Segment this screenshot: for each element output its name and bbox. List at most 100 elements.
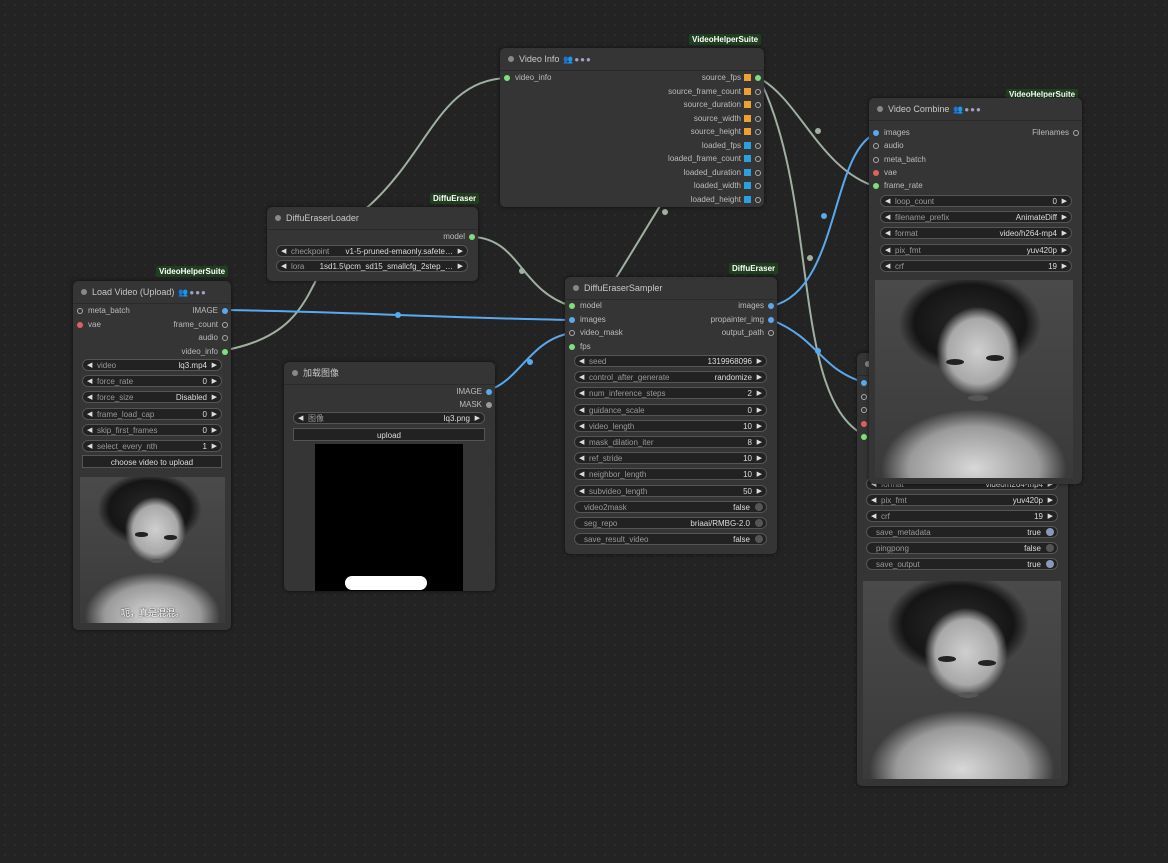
output-slot-loaded-height[interactable]: loaded_height	[691, 194, 761, 206]
connection-pin[interactable]	[755, 156, 761, 162]
output-slot-mask[interactable]: MASK	[459, 399, 492, 411]
connection-pin[interactable]	[861, 407, 867, 413]
diffueraser-loader-node[interactable]: DiffuEraserLoader model ◀ checkpoint v1-5-…	[267, 207, 478, 281]
connection-pin[interactable]	[755, 75, 761, 81]
increment-arrow[interactable]: ▶	[458, 246, 463, 258]
connection-pin[interactable]	[861, 393, 867, 400]
filename-prefix-widget[interactable]: ◀ filename_prefix AnimateDiff ▶	[880, 211, 1072, 224]
decrement-arrow[interactable]: ◀	[87, 441, 92, 453]
input-slot-model[interactable]: model	[569, 300, 602, 312]
decrement-arrow[interactable]: ◀	[87, 376, 92, 388]
toggle-knob[interactable]	[755, 503, 763, 511]
video-combine-node-1[interactable]: Video Combine 👥●●● images audio meta_batch v…	[869, 98, 1082, 484]
increment-arrow[interactable]: ▶	[1062, 228, 1067, 240]
decrement-arrow[interactable]: ◀	[579, 356, 584, 368]
load-image-node[interactable]: 加载图像 IMAGE MASK ◀ 图像 lq3.png ▶ upload	[284, 362, 495, 591]
increment-arrow[interactable]: ▶	[212, 376, 217, 388]
connection-pin[interactable]	[504, 75, 510, 81]
input-slot-vae[interactable]: vae	[77, 319, 101, 331]
seg-repo-toggle[interactable]: seg_repo briaai/RMBG-2.0	[574, 517, 767, 529]
connection-pin[interactable]	[768, 303, 774, 309]
pingpong-toggle[interactable]: pingpong false	[866, 542, 1058, 555]
output-slot-loaded-width[interactable]: loaded_width	[694, 180, 761, 192]
collapse-dot[interactable]	[877, 106, 883, 112]
image-select[interactable]: ◀ 图像 lq3.png ▶	[293, 412, 485, 424]
output-slot-loaded-duration[interactable]: loaded_duration	[684, 167, 761, 179]
force-rate-widget[interactable]: ◀ force_rate 0 ▶	[82, 375, 222, 388]
control-after-generate-widget[interactable]: ◀ control_after_generate randomize ▶	[574, 371, 767, 384]
decrement-arrow[interactable]: ◀	[579, 437, 584, 449]
pix-fmt-widget[interactable]: ◀ pix_fmt yuv420p ▶	[880, 243, 1072, 257]
decrement-arrow[interactable]: ◀	[87, 360, 92, 372]
connection-pin[interactable]	[222, 321, 228, 328]
crf-widget[interactable]: ◀ crf 19 ▶	[880, 259, 1072, 272]
connection-pin[interactable]	[873, 156, 879, 163]
increment-arrow[interactable]: ▶	[757, 388, 762, 400]
connection-pin[interactable]	[486, 389, 492, 395]
toggle-knob[interactable]	[1046, 528, 1054, 536]
connection-pin[interactable]	[861, 420, 867, 427]
increment-arrow[interactable]: ▶	[1048, 495, 1053, 507]
connection-pin[interactable]	[873, 183, 879, 190]
connection-pin[interactable]	[569, 330, 575, 336]
connection-pin[interactable]	[77, 308, 83, 314]
decrement-arrow[interactable]: ◀	[281, 261, 286, 273]
decrement-arrow[interactable]: ◀	[87, 409, 92, 421]
decrement-arrow[interactable]: ◀	[871, 495, 876, 507]
diffueraser-sampler-node[interactable]: DiffuEraserSampler model images video_mask…	[565, 277, 777, 554]
connection-pin[interactable]	[768, 330, 774, 336]
loop-count-widget[interactable]: ◀ loop_count 0 ▶	[880, 195, 1072, 207]
increment-arrow[interactable]: ▶	[1048, 511, 1053, 523]
toggle-knob[interactable]	[1046, 544, 1054, 553]
checkpoint-select[interactable]: ◀ checkpoint v1-5-pruned-emaonly.safete… ▶	[276, 245, 468, 257]
decrement-arrow[interactable]: ◀	[871, 511, 876, 523]
increment-arrow[interactable]: ▶	[757, 421, 762, 433]
video-length-widget[interactable]: ◀ video_length 10 ▶	[574, 419, 767, 433]
output-slot-model[interactable]: model	[443, 231, 475, 243]
decrement-arrow[interactable]: ◀	[579, 469, 584, 481]
connection-pin[interactable]	[469, 234, 475, 240]
toggle-knob[interactable]	[755, 535, 763, 543]
save-metadata-toggle[interactable]: save_metadata true	[866, 526, 1058, 538]
connection-pin[interactable]	[755, 196, 761, 203]
increment-arrow[interactable]: ▶	[212, 360, 217, 372]
output-slot-loaded-frame-count[interactable]: loaded_frame_count	[668, 153, 761, 165]
connection-pin[interactable]	[768, 316, 774, 323]
choose-video-button[interactable]: choose video to upload	[82, 455, 222, 468]
input-slot-vae[interactable]: vae	[873, 167, 897, 179]
select-every-nth-widget[interactable]: ◀ select_every_nth 1 ▶	[82, 440, 222, 452]
decrement-arrow[interactable]: ◀	[87, 392, 92, 404]
decrement-arrow[interactable]: ◀	[579, 405, 584, 417]
connection-pin[interactable]	[222, 335, 228, 341]
increment-arrow[interactable]: ▶	[1062, 196, 1067, 208]
connection-pin[interactable]	[222, 308, 228, 314]
decrement-arrow[interactable]: ◀	[579, 453, 584, 465]
connection-pin[interactable]	[873, 130, 879, 136]
format-widget[interactable]: ◀ format video/h264-mp4 ▶	[880, 227, 1072, 240]
input-slot-meta-batch[interactable]: meta_batch	[77, 305, 130, 317]
connection-pin[interactable]	[755, 142, 761, 149]
decrement-arrow[interactable]: ◀	[885, 245, 890, 257]
output-slot-audio[interactable]: audio	[198, 332, 228, 344]
output-slot-source-fps[interactable]: source_fps	[702, 72, 761, 84]
input-slot-images[interactable]: images	[873, 127, 910, 139]
save-result-video-toggle[interactable]: save_result_video false	[574, 533, 767, 545]
output-slot-video-info[interactable]: video_info	[182, 346, 228, 358]
video-info-node[interactable]: Video Info 👥●●● video_info source_fps sour…	[500, 48, 764, 207]
mask-dilation-iter-widget[interactable]: ◀ mask_dilation_iter 8 ▶	[574, 436, 767, 448]
connection-pin[interactable]	[873, 169, 879, 176]
output-slot-source-duration[interactable]: source_duration	[684, 99, 761, 111]
connection-pin[interactable]	[755, 88, 761, 95]
input-slot-video-info[interactable]: video_info	[504, 72, 551, 84]
increment-arrow[interactable]: ▶	[212, 441, 217, 453]
output-slot-source-frame-count[interactable]: source_frame_count	[668, 86, 761, 98]
decrement-arrow[interactable]: ◀	[885, 212, 890, 224]
node-title-bar[interactable]: DiffuEraserSampler	[565, 277, 777, 300]
decrement-arrow[interactable]: ◀	[885, 228, 890, 240]
video-widget[interactable]: ◀ video lq3.mp4 ▶	[82, 359, 222, 371]
decrement-arrow[interactable]: ◀	[579, 421, 584, 433]
save-output-toggle[interactable]: save_output true	[866, 558, 1058, 571]
output-slot-image[interactable]: IMAGE	[192, 305, 228, 317]
skip-first-frames-widget[interactable]: ◀ skip_first_frames 0 ▶	[82, 423, 222, 436]
load-video-node[interactable]: Load Video (Upload) 👥●●● meta_batch vae IMA…	[73, 281, 231, 630]
